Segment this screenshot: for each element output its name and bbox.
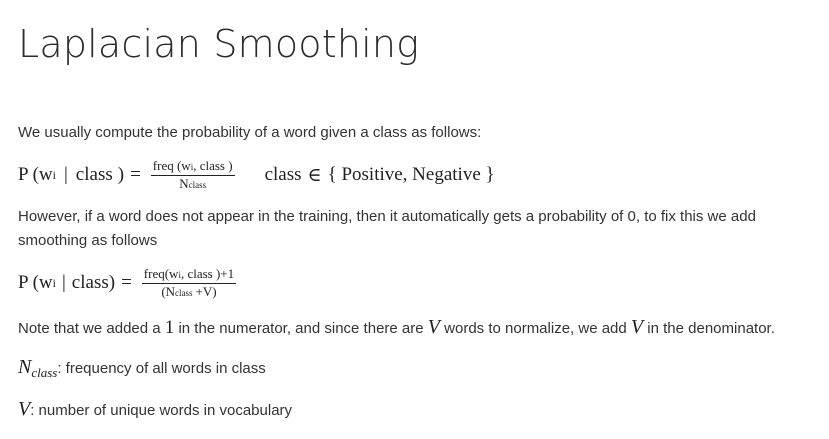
intro-paragraph: We usually compute the probability of a … bbox=[18, 124, 482, 141]
eq2-equals: = bbox=[121, 272, 132, 293]
eq2-denominator-open: (N bbox=[161, 283, 176, 299]
eq1-denominator-text: N bbox=[179, 175, 189, 191]
note-v2: V bbox=[630, 316, 644, 338]
note-text-4: in the denominator. bbox=[643, 320, 775, 337]
eq1-fraction: freq (wi, class ) Nclass bbox=[150, 157, 235, 192]
eq2-numerator-end: , class )+1 bbox=[180, 265, 235, 281]
eq2-denominator: (Nclass +V) bbox=[161, 284, 216, 300]
eq2-denominator-end: +V) bbox=[195, 283, 217, 299]
eq1-numerator-end: , class ) bbox=[193, 157, 233, 173]
eq2-w: w bbox=[38, 272, 53, 293]
eq1-denominator: Nclass bbox=[179, 176, 206, 192]
eq1-rparen: ) bbox=[117, 164, 125, 185]
eq2-fraction: freq(wi, class )+1 (Nclass +V) bbox=[141, 265, 237, 300]
note-text-3: words to normalize, we add bbox=[439, 320, 631, 337]
n-symbol: N bbox=[18, 356, 32, 378]
eq1-class: class bbox=[75, 164, 113, 185]
note-text-1: Note that we added a bbox=[18, 320, 165, 337]
eq2-numerator: freq(wi, class )+1 bbox=[141, 265, 237, 284]
however-line-2: smoothing as follows bbox=[18, 232, 158, 249]
however-line-1: However, if a word does not appear in th… bbox=[18, 208, 756, 225]
eq1-numerator-text: freq (w bbox=[152, 157, 191, 173]
eq1-bar: | bbox=[63, 164, 68, 185]
eq2-numerator-text: freq(w bbox=[143, 265, 179, 281]
v-symbol: V bbox=[18, 398, 31, 420]
note-paragraph: Note that we added a 1 in the numerator,… bbox=[18, 315, 775, 341]
eq2-w-sub: i bbox=[52, 275, 56, 290]
eq1-numerator: freq (wi, class ) bbox=[150, 157, 235, 176]
note-one: 1 bbox=[164, 317, 175, 338]
eq1-w-sub: i bbox=[52, 167, 56, 182]
eq2-class: class) bbox=[71, 272, 116, 293]
n-symbol-sub: class bbox=[31, 365, 58, 380]
eq1-w: w bbox=[38, 164, 53, 185]
note-v1: V bbox=[427, 316, 440, 338]
smoothing-equation: P ( wi | class) = freq(wi, class )+1 (Nc… bbox=[18, 263, 240, 303]
note-text-2: in the numerator, and since there are bbox=[174, 320, 428, 337]
eq1-equals: = bbox=[130, 164, 141, 185]
eq2-p: P bbox=[18, 272, 29, 293]
probability-equation: P ( wi | class ) = freq (wi, class ) Ncl… bbox=[18, 156, 495, 194]
definition-v: V: number of unique words in vocabulary bbox=[18, 397, 292, 423]
definition-n-class: Nclass: frequency of all words in class bbox=[18, 355, 266, 385]
eq2-bar: | bbox=[61, 272, 66, 293]
eq1-set-label: class bbox=[264, 164, 302, 185]
page-title: Laplacian Smoothing bbox=[18, 22, 420, 66]
eq1-in: ∈ bbox=[307, 164, 322, 186]
eq1-set: { Positive, Negative } bbox=[327, 164, 495, 185]
eq1-p: P bbox=[18, 164, 29, 185]
v-definition-text: : number of unique words in vocabulary bbox=[30, 402, 293, 419]
eq2-denominator-sub: class bbox=[175, 287, 193, 298]
eq1-denominator-sub: class bbox=[188, 179, 207, 190]
n-definition-text: : frequency of all words in class bbox=[57, 360, 266, 377]
